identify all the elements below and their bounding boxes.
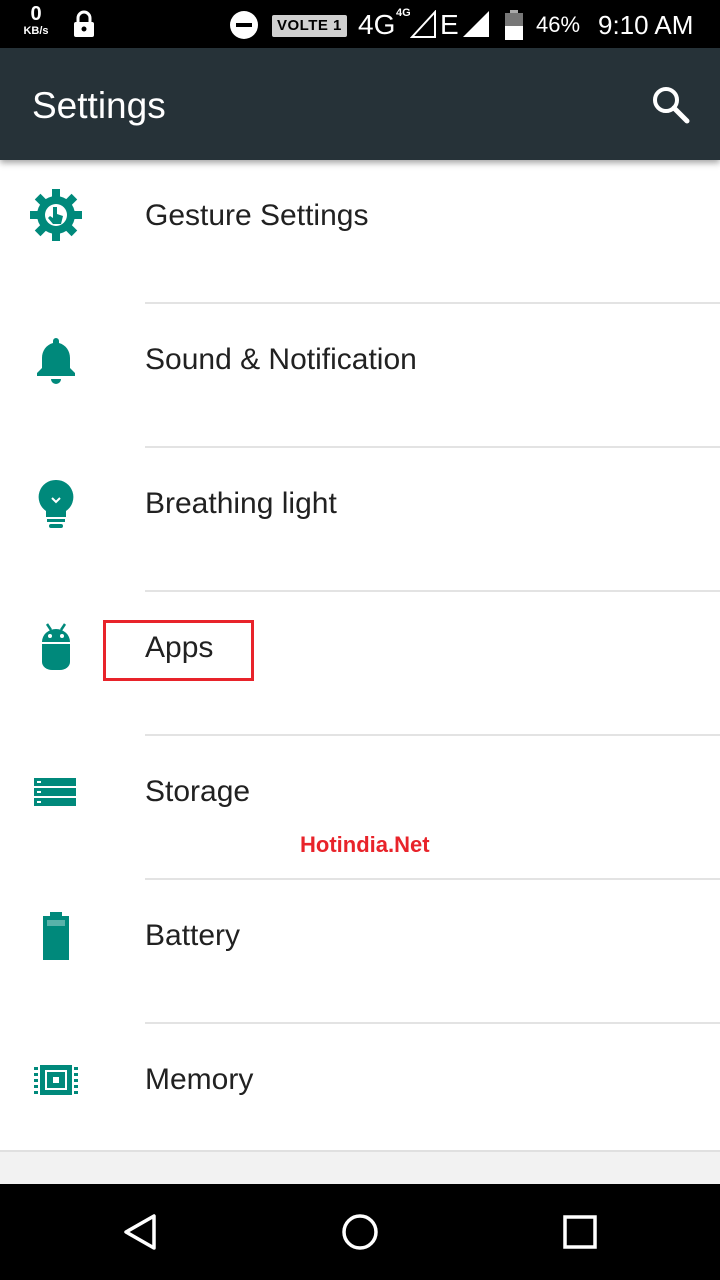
navigation-bar (0, 1184, 720, 1280)
memory-chip-icon (34, 1065, 78, 1095)
status-bar: 0 KB/s VOLTE 1 4G 4G E 46% 9:10 AM (0, 0, 720, 48)
lock-icon (74, 10, 94, 37)
network-type-4g-sup: 4G (396, 7, 411, 19)
page-title: Settings (32, 85, 166, 126)
settings-item-battery[interactable]: Battery (0, 880, 720, 1024)
watermark: Hotindia.Net (300, 832, 430, 857)
lightbulb-icon (38, 479, 74, 528)
settings-item-label: Breathing light (145, 487, 337, 520)
settings-item-label: Storage (145, 775, 251, 808)
settings-item-gesture[interactable]: Gesture Settings (0, 160, 720, 304)
recents-icon[interactable] (558, 1210, 602, 1254)
signal-sim1-icon (410, 10, 436, 38)
settings-item-breathing-light[interactable]: Breathing light (0, 448, 720, 592)
battery-percent: 46% (536, 12, 581, 37)
app-bar: Settings (0, 48, 720, 160)
storage-icon (34, 778, 76, 806)
volte-badge: VOLTE 1 (272, 15, 347, 37)
settings-item-label: Battery (145, 919, 241, 952)
battery-status-icon (505, 10, 523, 40)
network-type-e: E (440, 9, 459, 40)
settings-item-label: Memory (145, 1063, 254, 1096)
back-icon[interactable] (118, 1210, 162, 1254)
network-type-4g: 4G (358, 9, 396, 40)
network-speed: 0 KB/s (16, 4, 56, 37)
do-not-disturb-icon (230, 11, 258, 39)
settings-item-memory[interactable]: Memory (0, 1024, 720, 1168)
highlight-box (103, 620, 254, 681)
network-speed-unit: KB/s (23, 25, 49, 37)
android-icon (42, 623, 70, 670)
battery-icon (43, 912, 69, 960)
settings-item-sound[interactable]: Sound & Notification (0, 304, 720, 448)
settings-item-label: Sound & Notification (145, 343, 417, 376)
signal-sim2-icon (463, 11, 489, 37)
network-speed-value: 0 (30, 3, 42, 25)
bell-icon (37, 338, 75, 384)
list-end-shadow (0, 1150, 720, 1184)
clock: 9:10 AM (598, 10, 694, 40)
search-icon[interactable] (648, 82, 692, 126)
home-icon[interactable] (338, 1210, 382, 1254)
gesture-settings-icon (30, 189, 82, 241)
settings-item-label: Gesture Settings (145, 199, 369, 232)
